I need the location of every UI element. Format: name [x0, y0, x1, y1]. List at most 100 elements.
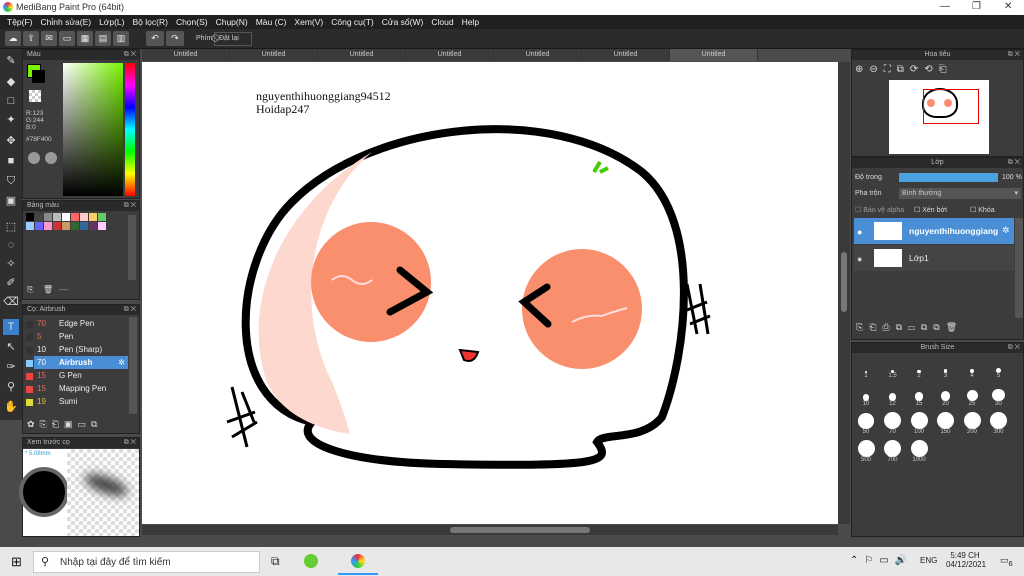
menu-select[interactable]: Chọn(S) [172, 15, 212, 29]
move-tool-icon[interactable]: ✥ [3, 133, 19, 149]
tray-icons[interactable]: ⌃⚐▭🔊 [850, 555, 913, 566]
brush-item[interactable]: 5 Pen [34, 330, 128, 343]
brush-size-option[interactable]: 200 [960, 411, 984, 435]
navigator-viewport-rect[interactable] [923, 89, 979, 124]
menu-edit[interactable]: Chỉnh sửa(E) [37, 15, 96, 29]
panel-close-icon[interactable]: ⧉ ✕ [124, 50, 136, 60]
brush-item-selected[interactable]: 70 Airbrush ✲ [34, 356, 128, 369]
brush-size-option[interactable]: 10 [854, 383, 878, 407]
palette-swatch[interactable] [98, 222, 106, 230]
language-indicator[interactable]: ENG [920, 556, 937, 565]
brush-panel-actions[interactable]: ✿⎘⎗▣▭⧉ [27, 419, 102, 430]
gradient-tool-icon[interactable]: ▣ [3, 193, 19, 209]
dot-tool-icon[interactable]: ✦ [3, 112, 19, 128]
layer-row[interactable]: ● Lớp1 [854, 245, 1014, 271]
panel-close-icon[interactable]: ⧉ ✕ [1008, 158, 1020, 168]
palette-swatch[interactable] [26, 213, 34, 221]
brush-size-option[interactable]: 1000 [907, 439, 931, 463]
palette-delete-icon[interactable]: 🗑 [43, 285, 53, 294]
brush-size-option[interactable]: 2 [907, 355, 931, 379]
horizontal-scrollbar[interactable] [142, 525, 838, 535]
canvas-paper[interactable]: nguyenthihuonggiang94512 Hoidap247 [142, 62, 838, 524]
transparent-swatch[interactable] [29, 90, 41, 102]
brush-size-option[interactable]: 150 [934, 411, 958, 435]
protect-alpha-checkbox[interactable]: ☐ Bảo vệ alpha [855, 206, 904, 214]
blend-mode-select[interactable]: Bình thường ▾ [899, 188, 1021, 199]
menu-cloud[interactable]: Cloud [427, 15, 457, 29]
navigator-thumbnail[interactable] [889, 80, 989, 154]
layer-row-selected[interactable]: ● nguyenthihuonggiang ✲ [854, 218, 1014, 244]
divide-tool-icon[interactable]: ✑ [3, 359, 19, 375]
eraser-tool-icon[interactable]: ◆ [3, 74, 19, 90]
brush-item[interactable]: 15 G Pen [34, 369, 128, 382]
menu-file[interactable]: Tệp(F) [3, 15, 37, 29]
search-box[interactable]: ⚲ Nhập tại đây để tìm kiếm [33, 551, 260, 573]
brush-item[interactable]: 19 Sumi [34, 395, 128, 408]
clock[interactable]: 5:49 CH 04/12/2021 [946, 551, 986, 569]
medibang-taskbar-icon[interactable] [351, 554, 365, 568]
select-eraser-icon[interactable]: ⌫ [3, 294, 19, 310]
brush-item[interactable]: 15 Mapping Pen [34, 382, 128, 395]
hand-tool-icon[interactable]: ✋ [3, 399, 19, 415]
bucket-tool-icon[interactable]: ⛉ [3, 173, 19, 189]
task-view-icon[interactable]: ⧉ [271, 554, 280, 569]
menu-help[interactable]: Help [458, 15, 483, 29]
panel-close-icon[interactable]: ⧉ ✕ [1008, 343, 1020, 353]
tab-untitled[interactable]: Untitled [582, 49, 670, 61]
share-icon[interactable]: ⇪ [23, 31, 39, 46]
minimize-button[interactable]: — [940, 1, 950, 12]
clipping-checkbox[interactable]: ☐ Xén bớt [914, 206, 947, 214]
palette-swatch[interactable] [35, 222, 43, 230]
palette-swatch[interactable] [89, 213, 97, 221]
palette-scrollbar[interactable] [128, 215, 136, 280]
redo-icon[interactable]: ↷ [166, 31, 184, 46]
select-pen-icon[interactable]: ✐ [3, 275, 19, 291]
background-color-swatch[interactable] [32, 70, 45, 83]
brush-size-option[interactable]: 12 [881, 383, 905, 407]
menu-filter[interactable]: Bộ lọc(R) [129, 15, 172, 29]
palette-swatch[interactable] [98, 213, 106, 221]
menu-window[interactable]: Cửa sổ(W) [378, 15, 428, 29]
hue-slider[interactable] [125, 63, 135, 196]
palette-swatch[interactable] [35, 213, 43, 221]
palette-swatch[interactable] [62, 222, 70, 230]
brush-size-option[interactable]: 50 [854, 411, 878, 435]
palette-swatch[interactable] [71, 222, 79, 230]
undo-icon[interactable]: ↶ [146, 31, 164, 46]
opacity-slider[interactable] [899, 173, 998, 182]
panel-close-icon[interactable]: ⧉ ✕ [124, 305, 136, 315]
brush-size-option[interactable]: 3 [934, 355, 958, 379]
windows-start-icon[interactable]: ⊞ [11, 554, 22, 570]
brush-size-option[interactable]: 100 [907, 411, 931, 435]
palette-mode-icon[interactable] [45, 152, 57, 164]
saturation-value-picker[interactable] [63, 63, 123, 196]
chat-icon[interactable]: ▭ [59, 31, 75, 46]
brush-size-option[interactable]: 1 [854, 355, 878, 379]
tab-untitled-active[interactable]: Untitled [670, 49, 758, 61]
brush-size-option[interactable]: 15 [907, 383, 931, 407]
layout-icon[interactable]: ▥ [113, 31, 129, 46]
brush-item[interactable]: 70 Edge Pen [34, 317, 128, 330]
palette-swatch[interactable] [80, 213, 88, 221]
eyedropper-icon[interactable]: ⚲ [3, 379, 19, 395]
vertical-scroll-thumb[interactable] [841, 252, 847, 312]
fill-shape-icon[interactable]: ■ [3, 153, 19, 169]
comment-icon[interactable]: ✉ [41, 31, 57, 46]
navigator-zoom-buttons[interactable]: ⊕⊖⛶⧉⟳⟲⎗ [855, 64, 953, 75]
app-taskbar-icon[interactable] [304, 554, 318, 568]
brush-size-option[interactable]: 1.5 [881, 355, 905, 379]
brush-size-option[interactable]: 4 [960, 355, 984, 379]
panel-close-icon[interactable]: ⧉ ✕ [1008, 50, 1020, 60]
brush-item[interactable]: 10 Pen (Sharp) [34, 343, 128, 356]
menu-color[interactable]: Màu (C) [252, 15, 291, 29]
palette-swatch[interactable] [53, 222, 61, 230]
lasso-tool-icon[interactable]: ◌ [3, 237, 19, 253]
select-tool-icon[interactable]: ⬚ [3, 219, 19, 235]
brush-size-option[interactable]: 300 [987, 411, 1011, 435]
brush-size-option[interactable]: 30 [987, 383, 1011, 407]
tab-untitled[interactable]: Untitled [318, 49, 406, 61]
text-tool-icon[interactable]: T [3, 319, 19, 335]
close-button[interactable]: ✕ [1004, 1, 1012, 12]
tab-untitled[interactable]: Untitled [142, 49, 230, 61]
brush-size-option[interactable]: 70 [881, 411, 905, 435]
